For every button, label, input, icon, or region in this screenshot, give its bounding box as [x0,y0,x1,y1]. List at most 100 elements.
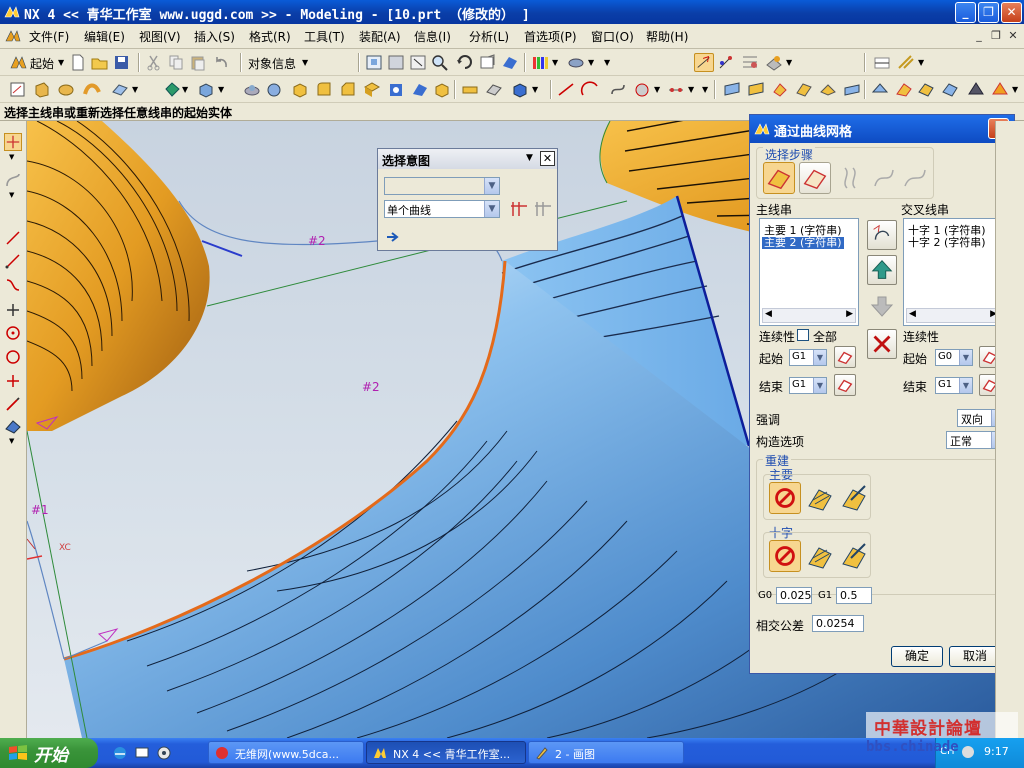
chevron-down-icon[interactable]: ▼ [218,85,224,94]
chevron-down-icon[interactable]: ▼ [132,85,138,94]
chamfer-icon[interactable] [338,80,358,99]
revolve-icon[interactable] [56,80,76,99]
remove-icon[interactable] [867,329,897,359]
select-face-icon[interactable] [834,374,856,396]
point-set-icon[interactable] [666,80,686,99]
trim-body-icon[interactable] [410,80,430,99]
start-app-icon[interactable] [8,53,28,72]
new-file-icon[interactable] [68,53,88,72]
start-dropdown[interactable]: 起始 [30,55,54,72]
move-up-icon[interactable] [867,255,897,285]
ok-button[interactable]: 确定 [891,646,943,667]
task-item[interactable]: 2 - 画图 [528,741,684,764]
assembly-navigator-icon[interactable] [896,53,916,72]
mdi-minimize-icon[interactable]: _ [972,29,986,43]
rotate-icon[interactable] [455,53,475,72]
menu-view[interactable]: 视图(V) [139,28,181,46]
datum-plane-icon[interactable] [110,80,130,99]
chevron-down-icon[interactable]: ▼ [302,58,308,67]
filter-combo[interactable]: ▼ [384,177,500,195]
list-item[interactable]: 十字 2 (字符串) [906,237,988,249]
quilt-icon[interactable] [940,80,960,99]
sweep-surface-icon[interactable] [794,80,814,99]
circle-center-icon[interactable] [4,324,22,342]
menu-file[interactable]: 文件(F) [29,28,69,46]
trim-sheet-icon[interactable] [966,80,986,99]
g1-tolerance-input[interactable]: 0.5 [836,587,872,604]
cancel-button[interactable]: 取消 [949,646,1001,667]
line-tool-2-icon[interactable] [4,252,22,270]
move-down-icon[interactable] [867,291,897,321]
left-orange-surface[interactable] [27,121,210,431]
chevron-down-icon[interactable]: ▼ [9,153,14,161]
chevron-down-icon[interactable]: ▼ [9,191,14,199]
paste-icon[interactable] [188,53,208,72]
n-sided-surface-icon[interactable] [870,80,890,99]
magnifier-icon[interactable] [430,53,450,72]
cut-icon[interactable] [144,53,164,72]
primary-start-combo[interactable]: G1 ▼ [789,349,827,366]
cross-strings-list[interactable]: 十字 1 (字符串) 十字 2 (字符串) ◀ ▶ [903,218,1003,326]
scroll-left-icon[interactable]: ◀ [765,309,772,319]
primary-strings-list[interactable]: 主要 1 (字符串) 主要 2 (字符串) ◀ ▶ [759,218,859,326]
horizontal-scrollbar[interactable]: ◀ ▶ [762,308,856,323]
start-button[interactable]: 开始 [0,738,98,768]
menu-edit[interactable]: 编辑(E) [84,28,125,46]
chevron-down-icon[interactable]: ▼ [552,58,558,67]
scroll-left-icon[interactable]: ◀ [909,309,916,319]
chevron-down-icon[interactable]: ▼ [182,85,188,94]
tangent-line-icon[interactable] [4,301,22,319]
task-item[interactable]: 无维网(www.5dca... [208,741,364,764]
menu-format[interactable]: 格式(R) [249,28,291,46]
rebuild-degree-icon[interactable] [805,482,837,514]
spine-step-icon[interactable] [837,164,865,192]
spline-icon[interactable] [4,276,22,294]
chevron-down-icon[interactable]: ▼ [786,58,792,67]
fit-view-icon[interactable] [364,53,384,72]
hole-icon[interactable] [386,80,406,99]
line-tool-icon[interactable] [4,229,22,247]
volume-icon[interactable] [962,746,974,758]
swept-icon[interactable] [82,80,102,99]
extension-icon[interactable] [894,80,914,99]
chevron-down-icon[interactable]: ▼ [918,58,924,67]
all-continuity-checkbox[interactable] [797,329,809,341]
extrude-icon[interactable] [32,80,52,99]
chevron-down-icon[interactable]: ▼ [9,437,14,445]
horizontal-scrollbar[interactable]: ◀ ▶ [906,308,1000,323]
sketch-icon[interactable] [8,80,28,99]
save-icon[interactable] [112,53,132,72]
selection-intent-header[interactable]: 选择意图 ▼ ✕ [378,149,557,169]
open-folder-icon[interactable] [90,53,110,72]
block-icon[interactable] [196,80,216,99]
chevron-down-icon[interactable]: ▼ [1012,85,1018,94]
g0-tolerance-input[interactable]: 0.025 [776,587,812,604]
undo-icon[interactable] [212,53,232,72]
through-curve-mesh-icon[interactable] [770,80,790,99]
menu-window[interactable]: 窗口(O) [591,28,634,46]
scroll-right-icon[interactable]: ▶ [846,309,853,319]
view-orient-icon[interactable] [478,53,498,72]
intersection-tolerance-input[interactable]: 0.0254 [812,615,864,632]
through-curves-icon[interactable] [746,80,766,99]
chevron-down-icon[interactable]: ▼ [688,85,694,94]
menu-information[interactable]: 信息(I) [414,28,451,46]
mdi-restore-icon[interactable]: ❐ [989,29,1003,43]
desktop-icon[interactable] [134,745,150,761]
chevron-down-icon[interactable]: ▼ [604,58,610,67]
sew-icon[interactable] [990,80,1010,99]
curve-rule-combo[interactable]: 单个曲线 ▼ [384,200,500,218]
follow-fillet-icon[interactable] [534,200,552,218]
chevron-down-icon[interactable]: ▼ [702,85,708,94]
select-filter-icon[interactable] [716,53,736,72]
wcs-icon[interactable] [872,53,892,72]
pattern-icon[interactable] [510,80,530,99]
menu-analysis[interactable]: 分析(L) [469,28,509,46]
zoom-window-icon[interactable] [386,53,406,72]
task-item-active[interactable]: NX 4 << 青华工作室... [366,741,526,764]
reverse-direction-icon[interactable] [867,220,897,250]
shaded-view-icon[interactable] [500,53,520,72]
curve-tools-icon[interactable] [608,80,628,99]
menu-assembly[interactable]: 装配(A) [359,28,401,46]
chevron-down-icon[interactable]: ▼ [654,85,660,94]
